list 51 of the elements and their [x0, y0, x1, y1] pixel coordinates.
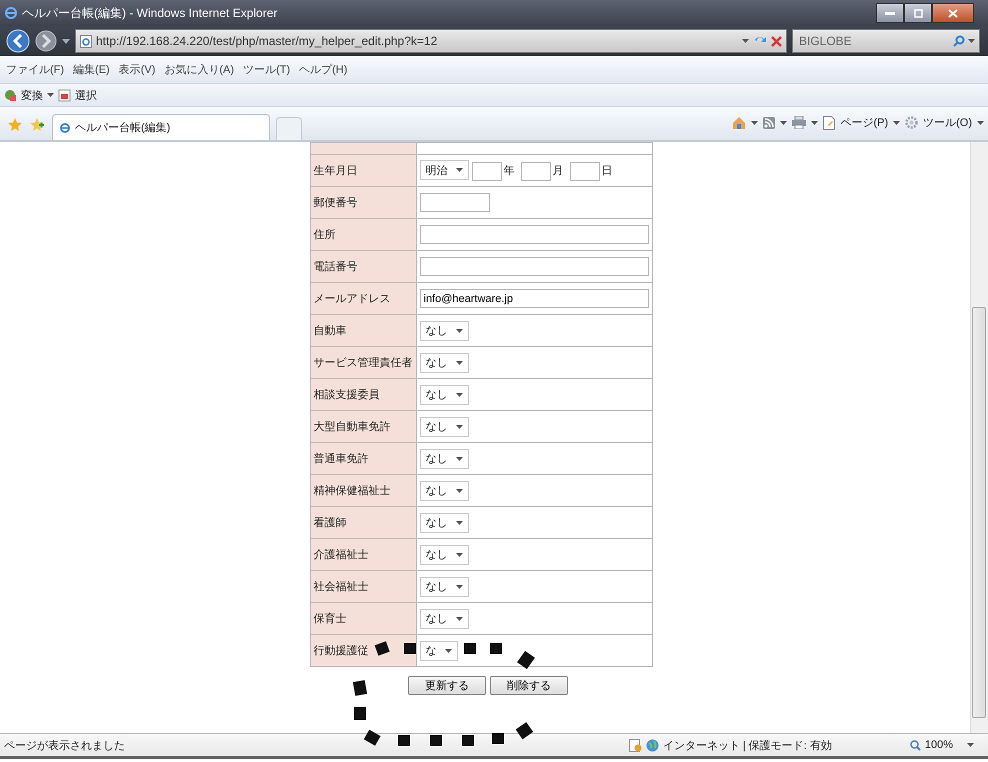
menu-item[interactable]: 表示(V)	[118, 62, 156, 77]
field-label: 大型自動車免許	[310, 410, 416, 442]
field-label: 看護師	[310, 506, 416, 538]
dropdown[interactable]: なし	[420, 480, 468, 500]
field-label: 相談支援委員	[310, 378, 416, 410]
menu-item[interactable]: 編集(E)	[73, 62, 110, 77]
search-field[interactable]: BIGLOBE	[797, 33, 950, 49]
dropdown[interactable]: なし	[420, 576, 468, 596]
field-label: 生年月日	[310, 154, 416, 186]
status-message: ページが表示されました	[4, 738, 126, 752]
tools-menu[interactable]: ツール(O)	[923, 115, 972, 130]
page-menu[interactable]: ページ(P)	[840, 115, 888, 130]
unit-label: 日	[602, 164, 613, 177]
dropdown[interactable]: なし	[420, 544, 468, 564]
zoom-level[interactable]: 100%	[924, 739, 953, 751]
field-label: 精神保健福祉士	[310, 474, 416, 506]
menu-item[interactable]: ツール(T)	[243, 62, 290, 77]
dropdown[interactable]: なし	[420, 416, 468, 436]
dropdown[interactable]: なし	[420, 448, 468, 468]
command-button[interactable]: 変換	[21, 88, 43, 102]
field-label: 住所	[310, 218, 416, 250]
field-label: 社会福祉士	[310, 570, 416, 602]
browser-tab[interactable]: ヘルパー台帳(編集)	[52, 114, 270, 140]
field-label: 郵便番号	[310, 186, 416, 218]
unit-label: 月	[552, 164, 564, 177]
field-label: 普通車免許	[310, 442, 416, 474]
delete-button[interactable]: 削除する	[490, 676, 568, 695]
dropdown[interactable]: なし	[420, 384, 468, 404]
command-button[interactable]: 選択	[75, 88, 97, 102]
update-button[interactable]: 更新する	[408, 676, 486, 695]
window-title: ヘルパー台帳(編集) - Windows Internet Explorer	[22, 4, 278, 22]
field-label: 介護福祉士	[310, 538, 416, 570]
dropdown[interactable]: 明治	[420, 160, 468, 180]
field-label: サービス管理責任者	[310, 346, 416, 378]
dropdown[interactable]: なし	[420, 352, 468, 372]
field-label: 自動車	[310, 314, 416, 346]
unit-label: 年	[504, 164, 515, 177]
dropdown[interactable]: なし	[420, 512, 468, 532]
menu-item[interactable]: お気に入り(A)	[164, 62, 234, 77]
menu-item[interactable]: ヘルプ(H)	[299, 62, 348, 77]
dropdown[interactable]: なし	[420, 608, 468, 628]
search-box[interactable]: BIGLOBE	[792, 29, 980, 53]
field-label: 保育士	[310, 602, 416, 634]
field-label: 電話番号	[310, 250, 416, 282]
field-label: メールアドレス	[310, 282, 416, 314]
menu-item[interactable]: ファイル(F)	[6, 62, 64, 77]
security-zone: インターネット | 保護モード: 有効	[662, 738, 832, 752]
input-field[interactable]: info@heartware.jp	[420, 289, 648, 308]
dropdown[interactable]: なし	[420, 320, 468, 340]
dropdown[interactable]: な	[420, 640, 458, 660]
address-field[interactable]: http://192.168.24.220/test/php/master/my_helper_edit.php?k=12	[75, 29, 787, 53]
